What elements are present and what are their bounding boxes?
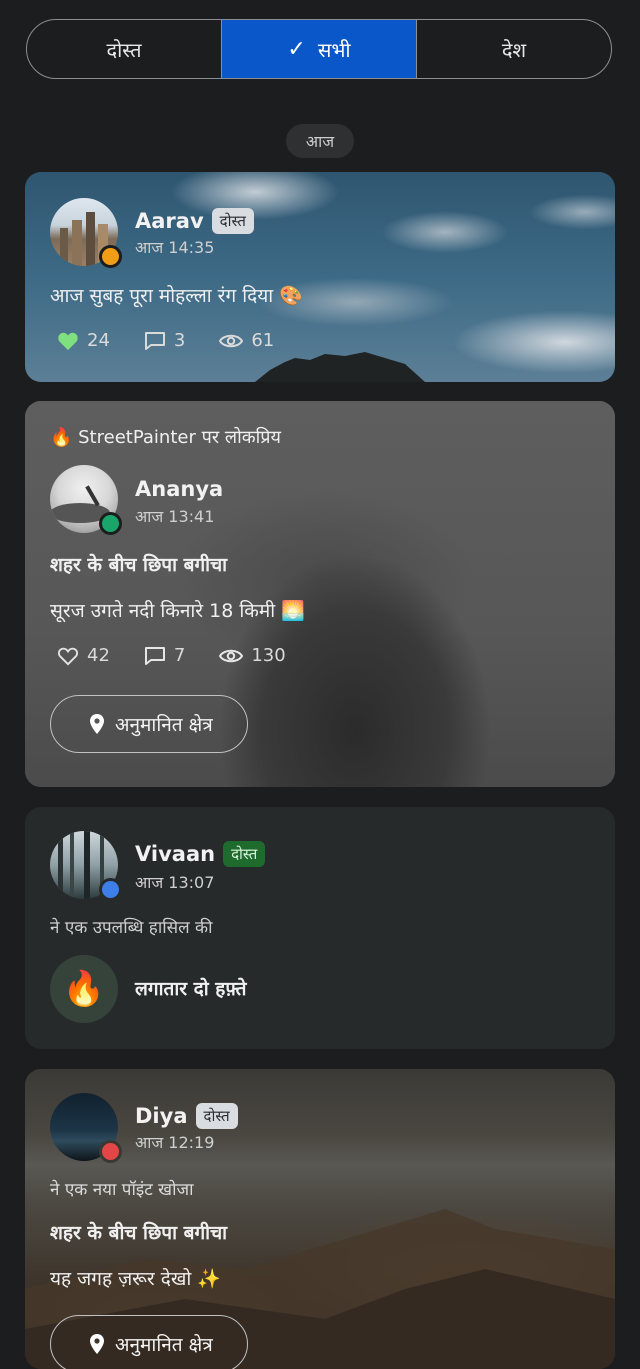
post-card-diya[interactable]: Diya दोस्त आज 12:19 ने एक नया पॉइंट खोजा …	[25, 1069, 615, 1369]
status-dot	[99, 245, 122, 268]
post-text: सूरज उगते नदी किनारे 18 किमी 🌅	[50, 600, 305, 622]
date-chip: आज	[286, 124, 354, 158]
eye-icon	[219, 334, 244, 347]
view-count: 130	[251, 645, 286, 666]
post-stats: 24 3 61	[57, 330, 308, 351]
status-dot	[99, 512, 122, 535]
location-button[interactable]: अनुमानित क्षेत्र	[50, 695, 248, 753]
views-indicator: 61	[219, 330, 274, 351]
view-count: 61	[251, 330, 275, 351]
popular-label: 🔥 StreetPainter पर लोकप्रिय	[50, 427, 281, 448]
feed-filter-tabs: दोस्त ✓ सभी देश	[26, 19, 612, 79]
heart-filled-icon	[58, 332, 78, 350]
check-icon: ✓	[287, 36, 306, 62]
views-indicator: 130	[219, 645, 286, 666]
like-button[interactable]: 24	[57, 330, 110, 351]
status-dot	[99, 1140, 122, 1163]
friend-badge: दोस्त	[211, 208, 254, 234]
post-title: शहर के बीच छिपा बगीचा	[50, 1222, 228, 1244]
location-pin-icon	[90, 714, 104, 734]
comment-icon	[144, 646, 165, 665]
tab-friends[interactable]: दोस्त	[27, 20, 221, 78]
user-name[interactable]: Ananya	[135, 477, 223, 501]
post-text: यह जगह ज़रूर देखो ✨	[50, 1268, 221, 1290]
like-count: 24	[87, 330, 110, 351]
comment-button[interactable]: 7	[144, 645, 185, 666]
post-time: आज 13:07	[135, 873, 215, 892]
avatar[interactable]	[50, 198, 122, 268]
achievement-title: लगातार दो हफ़्ते	[135, 978, 247, 1000]
like-count: 42	[87, 645, 110, 666]
comment-button[interactable]: 3	[144, 330, 185, 351]
avatar[interactable]	[50, 465, 122, 535]
post-time: आज 13:41	[135, 507, 215, 526]
heart-outline-icon	[58, 647, 78, 665]
eye-icon	[219, 649, 244, 662]
location-pin-icon	[90, 1334, 104, 1354]
comment-count: 7	[173, 645, 186, 666]
tab-friends-label: दोस्त	[106, 37, 142, 62]
activity-subtitle: ने एक नया पॉइंट खोजा	[50, 1180, 194, 1200]
like-button[interactable]: 42	[57, 645, 110, 666]
comment-count: 3	[173, 330, 186, 351]
friend-badge: दोस्त	[195, 1103, 238, 1129]
comment-icon	[144, 331, 165, 350]
friend-badge: दोस्त	[223, 841, 266, 867]
avatar[interactable]	[50, 1093, 122, 1163]
user-name[interactable]: Vivaan दोस्त	[135, 841, 266, 867]
post-card-ananya[interactable]: 🔥 StreetPainter पर लोकप्रिय Ananya आज 13…	[25, 401, 615, 787]
user-name[interactable]: Aarav दोस्त	[135, 208, 254, 234]
tab-country[interactable]: देश	[416, 20, 611, 78]
post-time: आज 14:35	[135, 238, 215, 257]
avatar[interactable]	[50, 831, 122, 901]
tab-all-label: सभी	[317, 37, 351, 62]
fire-icon: 🔥	[50, 955, 118, 1023]
tab-all[interactable]: ✓ सभी	[221, 20, 416, 78]
location-button[interactable]: अनुमानित क्षेत्र	[50, 1315, 248, 1369]
post-stats: 42 7 130	[57, 645, 320, 666]
user-name[interactable]: Diya दोस्त	[135, 1103, 238, 1129]
post-card-vivaan[interactable]: Vivaan दोस्त आज 13:07 ने एक उपलब्धि हासिल…	[25, 807, 615, 1049]
post-text: आज सुबह पूरा मोहल्ला रंग दिया 🎨	[50, 285, 303, 307]
post-card-aarav[interactable]: Aarav दोस्त आज 14:35 आज सुबह पूरा मोहल्ला…	[25, 172, 615, 382]
activity-subtitle: ने एक उपलब्धि हासिल की	[50, 918, 213, 938]
post-title: शहर के बीच छिपा बगीचा	[50, 554, 228, 576]
location-label: अनुमानित क्षेत्र	[115, 714, 213, 736]
status-dot	[99, 878, 122, 901]
location-label: अनुमानित क्षेत्र	[115, 1334, 213, 1356]
post-time: आज 12:19	[135, 1133, 215, 1152]
tab-country-label: देश	[501, 37, 527, 62]
